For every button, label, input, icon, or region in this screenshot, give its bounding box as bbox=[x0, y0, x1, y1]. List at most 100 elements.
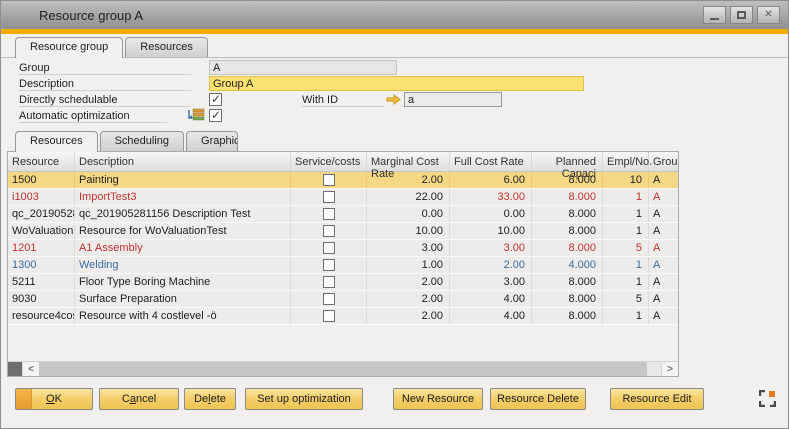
empl-no-cell: 1 bbox=[603, 189, 649, 205]
description-cell: Resource for WoValuationTest bbox=[75, 223, 291, 239]
table-row[interactable]: 1500Painting2.006.008.00010A bbox=[8, 172, 678, 189]
scrollbar-track[interactable] bbox=[647, 362, 661, 376]
form-area: Group Description Directly schedulable W… bbox=[1, 58, 788, 124]
marginal-cost-cell: 2.00 bbox=[367, 172, 450, 188]
outer-tab-strip: Resource group Resources bbox=[15, 37, 788, 57]
service-costs-checkbox[interactable] bbox=[323, 310, 335, 322]
full-cost-cell: 3.00 bbox=[450, 274, 532, 290]
column-header-empl-no[interactable]: Empl/No. bbox=[603, 152, 649, 171]
table-row[interactable]: WoValuationTResource for WoValuationTest… bbox=[8, 223, 678, 240]
description-cell: ImportTest3 bbox=[75, 189, 291, 205]
set-up-optimization-button[interactable]: Set up optimization bbox=[245, 388, 363, 410]
marginal-cost-cell: 2.00 bbox=[367, 291, 450, 307]
scrollbar-thumb[interactable] bbox=[39, 362, 647, 376]
service-costs-checkbox[interactable] bbox=[323, 174, 335, 186]
service-costs-checkbox[interactable] bbox=[323, 293, 335, 305]
service-costs-cell bbox=[291, 308, 367, 324]
marginal-cost-cell: 1.00 bbox=[367, 257, 450, 273]
directly-schedulable-checkbox[interactable] bbox=[209, 93, 222, 106]
empl-no-cell: 10 bbox=[603, 172, 649, 188]
marginal-cost-cell: 22.00 bbox=[367, 189, 450, 205]
full-cost-cell: 4.00 bbox=[450, 291, 532, 307]
description-cell: Floor Type Boring Machine bbox=[75, 274, 291, 290]
maximize-button[interactable] bbox=[730, 6, 753, 24]
scroll-left-arrow-icon[interactable]: < bbox=[22, 362, 39, 376]
automatic-optimization-row: Automatic optimization bbox=[19, 108, 788, 124]
resource-cell: 5211 bbox=[8, 274, 75, 290]
description-cell: A1 Assembly bbox=[75, 240, 291, 256]
resource-delete-button[interactable]: Resource Delete bbox=[490, 388, 586, 410]
marginal-cost-cell: 10.00 bbox=[367, 223, 450, 239]
empl-no-cell: 1 bbox=[603, 257, 649, 273]
service-costs-checkbox[interactable] bbox=[323, 208, 335, 220]
automatic-optimization-checkbox[interactable] bbox=[209, 109, 222, 122]
scroll-right-arrow-icon[interactable]: > bbox=[661, 362, 678, 376]
planned-capacity-cell: 8.000 bbox=[532, 291, 603, 307]
group-field[interactable] bbox=[209, 60, 397, 75]
optimization-icon[interactable] bbox=[187, 108, 205, 126]
button-bar: OK CancelDelete Set up optimization New Res… bbox=[15, 388, 788, 410]
service-costs-cell bbox=[291, 223, 367, 239]
horizontal-scrollbar[interactable]: < > bbox=[8, 361, 678, 376]
service-costs-cell bbox=[291, 291, 367, 307]
column-header-planned-capacity[interactable]: Planned Capaci bbox=[532, 152, 603, 171]
with-id-field[interactable] bbox=[404, 92, 502, 107]
empl-no-cell: 5 bbox=[603, 291, 649, 307]
full-cost-cell: 10.00 bbox=[450, 223, 532, 239]
resource-cell: WoValuationT bbox=[8, 223, 75, 239]
service-costs-cell bbox=[291, 257, 367, 273]
column-header-description[interactable]: Description bbox=[75, 152, 291, 171]
marginal-cost-cell: 0.00 bbox=[367, 206, 450, 222]
planned-capacity-cell: 8.000 bbox=[532, 274, 603, 290]
full-cost-cell: 2.00 bbox=[450, 257, 532, 273]
minimize-button[interactable] bbox=[703, 6, 726, 24]
column-header-full-cost-rate[interactable]: Full Cost Rate bbox=[450, 152, 532, 171]
tab-graphic[interactable]: Graphic bbox=[186, 131, 238, 151]
service-costs-checkbox[interactable] bbox=[323, 242, 335, 254]
group-cell: A bbox=[649, 257, 678, 273]
column-header-resource[interactable]: Resource bbox=[8, 152, 75, 171]
table-row[interactable]: i1003ImportTest322.0033.008.0001A bbox=[8, 189, 678, 206]
description-cell: Resource with 4 costlevel -ö bbox=[75, 308, 291, 324]
tab-resource-group[interactable]: Resource group bbox=[15, 37, 123, 58]
service-costs-checkbox[interactable] bbox=[323, 225, 335, 237]
cancel-button[interactable]: Cancel bbox=[99, 388, 179, 410]
service-costs-cell bbox=[291, 172, 367, 188]
description-field[interactable] bbox=[209, 76, 584, 91]
table-header: Resource Description Service/costs Margi… bbox=[8, 152, 678, 172]
tab-resources[interactable]: Resources bbox=[125, 37, 208, 57]
maximize-icon bbox=[737, 11, 746, 19]
description-cell: qc_201905281156 Description Test bbox=[75, 206, 291, 222]
service-costs-checkbox[interactable] bbox=[323, 276, 335, 288]
service-costs-checkbox[interactable] bbox=[323, 259, 335, 271]
link-arrow-icon[interactable] bbox=[386, 94, 401, 108]
resource-edit-button[interactable]: Resource Edit bbox=[610, 388, 704, 410]
table-row[interactable]: resource4cosResource with 4 costlevel -ö… bbox=[8, 308, 678, 325]
tab-resources-inner[interactable]: Resources bbox=[15, 131, 98, 152]
planned-capacity-cell: 8.000 bbox=[532, 308, 603, 324]
resize-corner-icon[interactable] bbox=[759, 390, 776, 407]
empl-no-cell: 1 bbox=[603, 274, 649, 290]
resources-table: Resource Description Service/costs Margi… bbox=[7, 151, 679, 377]
marginal-cost-cell: 2.00 bbox=[367, 274, 450, 290]
inner-tab-strip: Resources Scheduling Graphic bbox=[15, 131, 788, 151]
delete-button[interactable]: Delete bbox=[184, 388, 236, 410]
ok-button[interactable]: OK bbox=[15, 388, 93, 410]
column-header-marginal-cost-rate[interactable]: Marginal Cost Rate bbox=[367, 152, 450, 171]
new-resource-button[interactable]: New Resource bbox=[393, 388, 483, 410]
tab-scheduling[interactable]: Scheduling bbox=[100, 131, 184, 151]
description-cell: Welding bbox=[75, 257, 291, 273]
table-row[interactable]: 1300Welding1.002.004.0001A bbox=[8, 257, 678, 274]
table-row[interactable]: 1201A1 Assembly3.003.008.0005A bbox=[8, 240, 678, 257]
table-row[interactable]: qc_201905281qc_201905281156 Description … bbox=[8, 206, 678, 223]
titlebar[interactable]: Resource group A ✕ bbox=[1, 1, 788, 29]
column-header-service-costs[interactable]: Service/costs bbox=[291, 152, 367, 171]
service-costs-checkbox[interactable] bbox=[323, 191, 335, 203]
table-row[interactable]: 9030Surface Preparation2.004.008.0005A bbox=[8, 291, 678, 308]
description-cell: Painting bbox=[75, 172, 291, 188]
description-cell: Surface Preparation bbox=[75, 291, 291, 307]
column-header-group[interactable]: Group bbox=[649, 152, 678, 171]
planned-capacity-cell: 8.000 bbox=[532, 206, 603, 222]
table-row[interactable]: 5211Floor Type Boring Machine 2.003.008.0… bbox=[8, 274, 678, 291]
close-button[interactable]: ✕ bbox=[757, 6, 780, 24]
